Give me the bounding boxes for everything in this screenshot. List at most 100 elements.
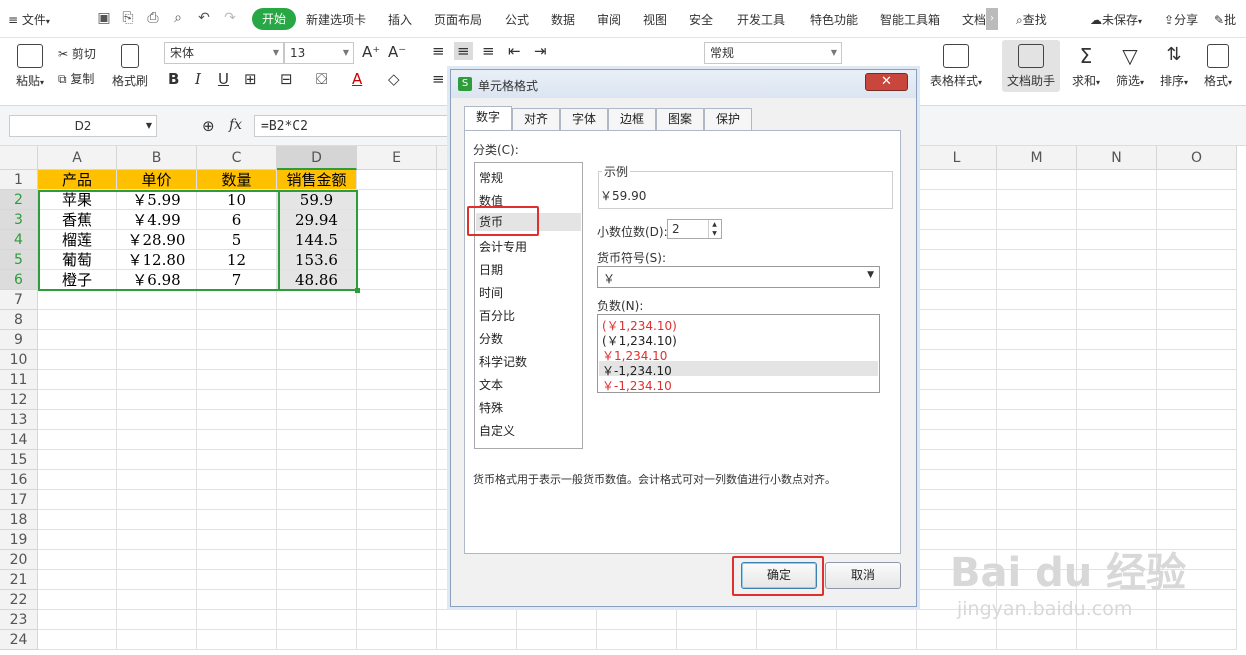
empty-cell[interactable] <box>357 250 437 270</box>
search-button[interactable]: ⌕查找 <box>1016 11 1047 28</box>
empty-cell[interactable] <box>197 350 277 370</box>
empty-cell[interactable] <box>1077 370 1157 390</box>
empty-cell[interactable] <box>997 330 1077 350</box>
empty-cell[interactable] <box>917 370 997 390</box>
row-header-18[interactable]: 18 <box>0 510 38 530</box>
row-header-4[interactable]: 4 <box>0 230 38 250</box>
empty-cell[interactable] <box>917 270 997 290</box>
empty-cell[interactable] <box>38 510 117 530</box>
empty-cell[interactable] <box>277 390 357 410</box>
empty-cell[interactable] <box>117 610 197 630</box>
increase-font-icon[interactable]: A⁺ <box>362 43 380 61</box>
empty-cell[interactable] <box>277 490 357 510</box>
empty-cell[interactable] <box>197 590 277 610</box>
empty-cell[interactable] <box>517 610 597 630</box>
empty-cell[interactable] <box>197 330 277 350</box>
empty-cell[interactable] <box>38 470 117 490</box>
data-cell[interactable]: 5 <box>197 230 277 250</box>
empty-cell[interactable] <box>1077 210 1157 230</box>
empty-cell[interactable] <box>357 450 437 470</box>
paste-button[interactable]: 粘贴▾ <box>12 44 48 89</box>
empty-cell[interactable] <box>997 470 1077 490</box>
formula-input[interactable]: =B2*C2 <box>254 115 454 137</box>
empty-cell[interactable] <box>1077 350 1157 370</box>
empty-cell[interactable] <box>38 530 117 550</box>
preview-icon[interactable]: ⌕ <box>170 10 186 26</box>
row-header-15[interactable]: 15 <box>0 450 38 470</box>
empty-cell[interactable] <box>1157 370 1237 390</box>
empty-cell[interactable] <box>517 630 597 650</box>
sort-button[interactable]: ⇅ 排序▾ <box>1156 44 1192 89</box>
tab-home[interactable]: 开始 <box>252 8 296 30</box>
empty-cell[interactable] <box>997 410 1077 430</box>
column-header-c[interactable]: C <box>197 146 277 170</box>
share-button[interactable]: ⇪分享 <box>1164 11 1198 28</box>
tab-number[interactable]: 数字 <box>464 106 512 131</box>
empty-cell[interactable] <box>117 570 197 590</box>
empty-cell[interactable] <box>357 170 437 190</box>
clear-icon[interactable]: ◇ <box>388 70 400 88</box>
tab-border[interactable]: 边框 <box>608 108 656 130</box>
empty-cell[interactable] <box>917 490 997 510</box>
doc-assistant-button[interactable]: 文档助手 <box>1002 40 1060 92</box>
empty-cell[interactable] <box>197 310 277 330</box>
decrease-font-icon[interactable]: A⁻ <box>388 43 406 61</box>
empty-cell[interactable] <box>437 610 517 630</box>
empty-cell[interactable] <box>197 410 277 430</box>
data-cell[interactable]: 59.9 <box>277 190 357 210</box>
tab-insert[interactable]: 插入 <box>388 11 412 28</box>
empty-cell[interactable] <box>117 450 197 470</box>
column-header-e[interactable]: E <box>357 146 437 170</box>
empty-cell[interactable] <box>1077 630 1157 650</box>
empty-cell[interactable] <box>38 350 117 370</box>
empty-cell[interactable] <box>837 610 917 630</box>
select-all-corner[interactable] <box>0 146 38 170</box>
empty-cell[interactable] <box>277 450 357 470</box>
empty-cell[interactable] <box>117 470 197 490</box>
empty-cell[interactable] <box>38 330 117 350</box>
empty-cell[interactable] <box>38 590 117 610</box>
empty-cell[interactable] <box>357 290 437 310</box>
copy-button[interactable]: ⧉ 复制 <box>58 70 94 87</box>
empty-cell[interactable] <box>837 630 917 650</box>
empty-cell[interactable] <box>117 370 197 390</box>
column-header-a[interactable]: A <box>38 146 117 170</box>
empty-cell[interactable] <box>357 410 437 430</box>
row-header-16[interactable]: 16 <box>0 470 38 490</box>
category-item[interactable]: 分数 <box>479 330 503 347</box>
row-header-11[interactable]: 11 <box>0 370 38 390</box>
empty-cell[interactable] <box>197 530 277 550</box>
header-cell[interactable]: 单价 <box>117 170 197 190</box>
tab-page-layout[interactable]: 页面布局 <box>434 11 482 28</box>
empty-cell[interactable] <box>1157 170 1237 190</box>
fill-color-icon[interactable]: ⛋ <box>316 70 327 88</box>
cell-style-icon[interactable]: ⊟ <box>280 70 293 88</box>
empty-cell[interactable] <box>357 230 437 250</box>
italic-icon[interactable]: I <box>195 70 201 88</box>
data-cell[interactable]: 苹果 <box>38 190 117 210</box>
empty-cell[interactable] <box>38 290 117 310</box>
data-cell[interactable]: ￥5.99 <box>117 190 197 210</box>
empty-cell[interactable] <box>277 370 357 390</box>
empty-cell[interactable] <box>1077 470 1157 490</box>
empty-cell[interactable] <box>1077 170 1157 190</box>
empty-cell[interactable] <box>117 350 197 370</box>
row-header-13[interactable]: 13 <box>0 410 38 430</box>
zoom-icon[interactable]: ⊕ <box>202 117 215 135</box>
empty-cell[interactable] <box>197 450 277 470</box>
empty-cell[interactable] <box>1157 410 1237 430</box>
row-header-12[interactable]: 12 <box>0 390 38 410</box>
category-item[interactable]: 自定义 <box>479 422 515 439</box>
empty-cell[interactable] <box>997 250 1077 270</box>
row-header-23[interactable]: 23 <box>0 610 38 630</box>
empty-cell[interactable] <box>357 330 437 350</box>
empty-cell[interactable] <box>1157 270 1237 290</box>
filter-button[interactable]: ▽ 筛选▾ <box>1112 44 1148 89</box>
tab-review[interactable]: 审阅 <box>597 11 621 28</box>
empty-cell[interactable] <box>1157 490 1237 510</box>
bold-icon[interactable]: B <box>168 70 179 88</box>
empty-cell[interactable] <box>1077 310 1157 330</box>
empty-cell[interactable] <box>38 430 117 450</box>
empty-cell[interactable] <box>117 290 197 310</box>
font-color-icon[interactable]: A <box>352 70 362 88</box>
